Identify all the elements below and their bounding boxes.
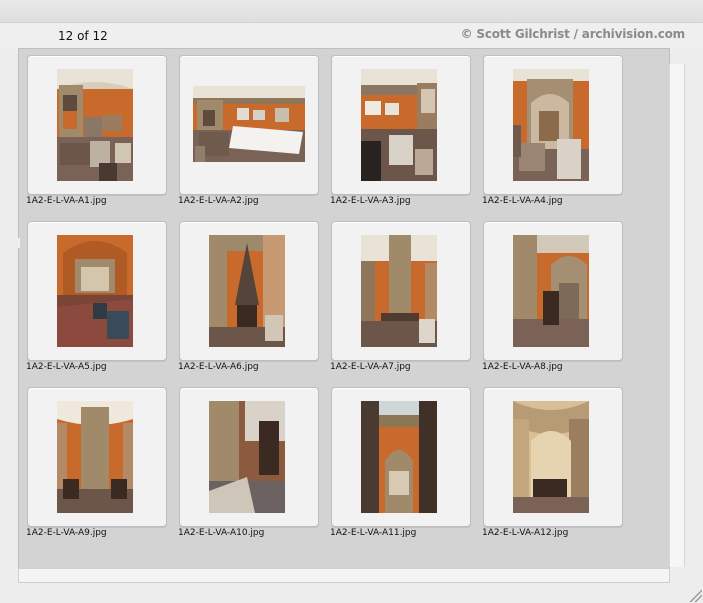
thumbnail-card[interactable]: 1A2-E-L-VA-A10.jpg xyxy=(178,387,319,538)
thumbnail-image xyxy=(209,235,285,347)
filename-label: 1A2-E-L-VA-A8.jpg xyxy=(482,362,563,372)
filename-label: 1A2-E-L-VA-A10.jpg xyxy=(178,528,265,538)
thumbnail-card[interactable]: 1A2-E-L-VA-A9.jpg xyxy=(26,387,167,538)
thumbnail-image xyxy=(209,401,285,513)
thumbnail-card[interactable]: 1A2-E-L-VA-A8.jpg xyxy=(482,221,623,372)
thumbnail-card[interactable]: 1A2-E-L-VA-A1.jpg xyxy=(26,55,167,206)
thumbnail-card[interactable]: 1A2-E-L-VA-A2.jpg xyxy=(178,55,319,206)
thumbnail-card[interactable]: 1A2-E-L-VA-A4.jpg xyxy=(482,55,623,206)
filename-label: 1A2-E-L-VA-A4.jpg xyxy=(482,196,563,206)
thumbnail-image xyxy=(513,235,589,347)
window-title-bar xyxy=(0,0,703,23)
gallery-window: 12 of 12 © Scott Gilchrist / archivision… xyxy=(0,0,703,603)
filename-label: 1A2-E-L-VA-A12.jpg xyxy=(482,528,569,538)
filename-label: 1A2-E-L-VA-A9.jpg xyxy=(26,528,107,538)
thumbnail-image xyxy=(361,69,437,181)
thumbnail-image xyxy=(57,69,133,181)
filename-label: 1A2-E-L-VA-A2.jpg xyxy=(178,196,259,206)
thumbnail-image xyxy=(513,401,589,513)
thumbnail-card[interactable]: 1A2-E-L-VA-A11.jpg xyxy=(330,387,471,538)
thumbnail-image xyxy=(57,235,133,347)
thumbnail-card[interactable]: 1A2-E-L-VA-A3.jpg xyxy=(330,55,471,206)
thumbnail-image xyxy=(57,401,133,513)
thumbnail-image xyxy=(193,86,305,162)
left-edge-marker xyxy=(18,238,20,248)
thumbnail-image xyxy=(361,235,437,347)
thumbnail-card[interactable]: 1A2-E-L-VA-A7.jpg xyxy=(330,221,471,372)
filename-label: 1A2-E-L-VA-A3.jpg xyxy=(330,196,411,206)
vertical-scrollbar[interactable] xyxy=(669,64,685,567)
filename-label: 1A2-E-L-VA-A7.jpg xyxy=(330,362,411,372)
thumbnail-card[interactable]: 1A2-E-L-VA-A12.jpg xyxy=(482,387,623,538)
status-strip xyxy=(18,568,670,583)
thumbnail-card[interactable]: 1A2-E-L-VA-A5.jpg xyxy=(26,221,167,372)
filename-label: 1A2-E-L-VA-A11.jpg xyxy=(330,528,417,538)
image-count: 12 of 12 xyxy=(58,29,108,43)
filename-label: 1A2-E-L-VA-A5.jpg xyxy=(26,362,107,372)
thumbnail-image xyxy=(513,69,589,181)
thumbnail-image xyxy=(361,401,437,513)
thumbnail-card[interactable]: 1A2-E-L-VA-A6.jpg xyxy=(178,221,319,372)
resize-grip-icon[interactable] xyxy=(688,588,702,602)
filename-label: 1A2-E-L-VA-A1.jpg xyxy=(26,196,107,206)
filename-label: 1A2-E-L-VA-A6.jpg xyxy=(178,362,259,372)
copyright-credit: © Scott Gilchrist / archivision.com xyxy=(460,27,686,41)
